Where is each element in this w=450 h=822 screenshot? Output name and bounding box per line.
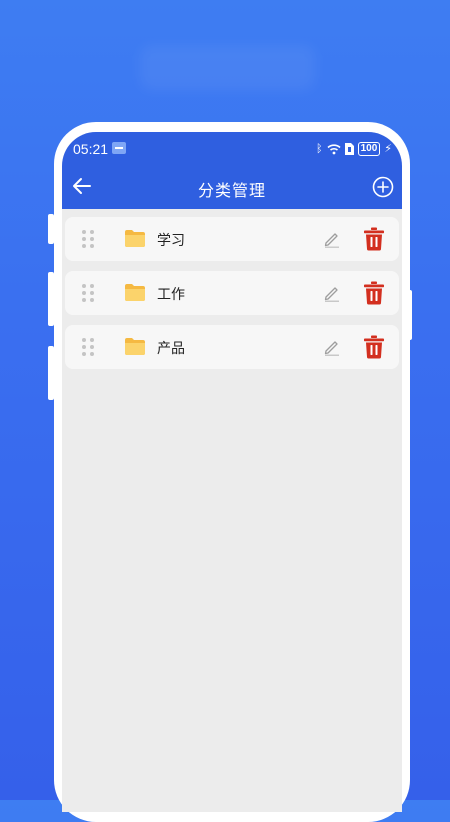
delete-icon[interactable] [363,281,385,305]
folder-icon [125,284,145,301]
status-bar: 05:21 ᛒ 100 ⚡ [62,132,402,166]
bluetooth-icon: ᛒ [315,142,323,155]
phone-side-button [48,214,54,244]
wifi-icon [327,144,341,155]
delete-icon[interactable] [363,227,385,251]
app-bar: 05:21 ᛒ 100 ⚡ 分类管理 [62,132,402,209]
blurred-promo-text [140,45,315,90]
list-item[interactable]: 工作 [65,271,399,315]
drag-handle-icon[interactable] [81,283,95,303]
edit-icon[interactable] [323,338,341,356]
status-time: 05:21 [73,141,109,157]
status-icons: ᛒ 100 ⚡ [316,141,392,157]
page-title: 分类管理 [197,181,266,200]
app-screen: 05:21 ᛒ 100 ⚡ 分类管理 学习 工作 产品 [62,132,402,812]
phone-side-button [48,272,54,326]
plus-circle-icon[interactable] [372,176,394,198]
folder-icon [125,338,145,355]
charging-icon: ⚡ [384,142,392,155]
list-item[interactable]: 产品 [65,325,399,369]
list-item[interactable]: 学习 [65,217,399,261]
category-list: 学习 工作 产品 [65,217,399,379]
edit-icon[interactable] [323,284,341,302]
battery-icon: 100 [357,142,381,156]
sim-icon [344,143,354,155]
drag-handle-icon[interactable] [81,229,95,249]
category-label: 学习 [157,233,185,249]
category-label: 工作 [157,287,185,303]
delete-icon[interactable] [363,335,385,359]
usb-icon [112,142,126,154]
category-label: 产品 [157,341,185,357]
drag-handle-icon[interactable] [81,337,95,357]
edit-icon[interactable] [323,230,341,248]
folder-icon [125,230,145,247]
phone-side-button [406,290,412,340]
phone-side-button [48,346,54,400]
